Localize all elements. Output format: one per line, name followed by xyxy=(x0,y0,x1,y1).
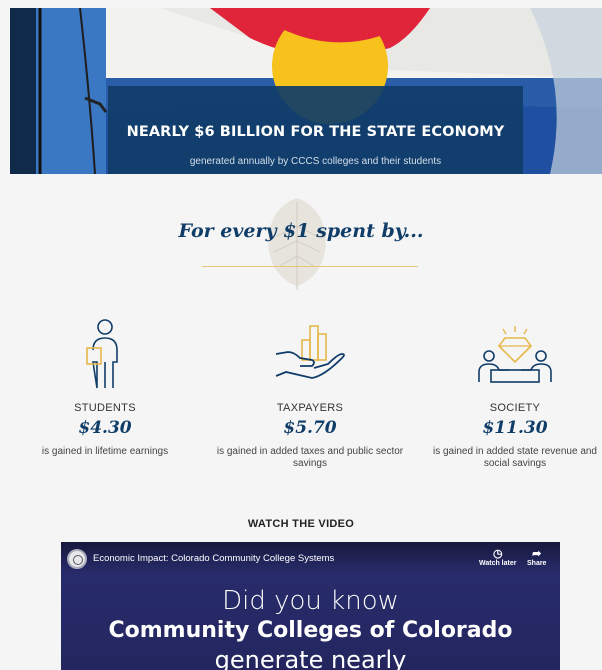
for-every-heading: For every $1 spent by... xyxy=(178,220,424,242)
stat-society: SOCIETY $11.30 is gained in added state … xyxy=(420,318,602,470)
stat-category: SOCIETY xyxy=(489,402,541,414)
video-text-line-3: generate nearly xyxy=(214,646,407,670)
stat-category: STUDENTS xyxy=(74,402,136,414)
watch-later-label: Watch later xyxy=(479,560,517,567)
video-title[interactable]: Economic Impact: Colorado Community Coll… xyxy=(93,553,334,564)
share-label: Share xyxy=(527,560,547,567)
watch-video-heading: WATCH THE VIDEO xyxy=(247,518,355,530)
stat-amount: $5.70 xyxy=(283,418,337,438)
video-text-line-2: Community Colleges of Colorado xyxy=(108,618,513,643)
clock-icon: ◷ xyxy=(492,548,503,560)
hero-title: NEARLY $6 BILLION FOR THE STATE ECONOMY xyxy=(126,124,505,140)
stat-amount: $11.30 xyxy=(482,418,548,438)
hero-caption-box: NEARLY $6 BILLION FOR THE STATE ECONOMY … xyxy=(108,86,523,174)
aspen-leaf-icon xyxy=(268,198,326,290)
hero-subtitle: generated annually by CCCS colleges and … xyxy=(189,156,442,167)
stat-taxpayers: TAXPAYERS $5.70 is gained in added taxes… xyxy=(215,318,405,470)
divider xyxy=(202,266,418,267)
taxpayer-hand-icon xyxy=(275,325,345,379)
stat-description: is gained in lifetime earnings xyxy=(41,446,169,457)
society-icon xyxy=(478,326,552,383)
student-icon xyxy=(86,319,118,389)
stat-description: is gained in added state revenue and soc… xyxy=(432,446,597,469)
stat-amount: $4.30 xyxy=(78,418,132,438)
channel-avatar[interactable] xyxy=(67,549,87,569)
share-icon: ➦ xyxy=(532,548,542,560)
hero-banner: NEARLY $6 BILLION FOR THE STATE ECONOMY … xyxy=(10,8,602,174)
share-button[interactable]: ➦ Share xyxy=(527,548,546,567)
video-text-line-1: Did you know xyxy=(222,586,399,616)
video-player[interactable]: Economic Impact: Colorado Community Coll… xyxy=(61,542,560,670)
stat-description: is gained in added taxes and public sect… xyxy=(216,446,404,469)
stat-category: TAXPAYERS xyxy=(276,402,344,414)
stat-students: STUDENTS $4.30 is gained in lifetime ear… xyxy=(10,318,200,458)
watch-later-button[interactable]: ◷ Watch later xyxy=(479,548,516,567)
